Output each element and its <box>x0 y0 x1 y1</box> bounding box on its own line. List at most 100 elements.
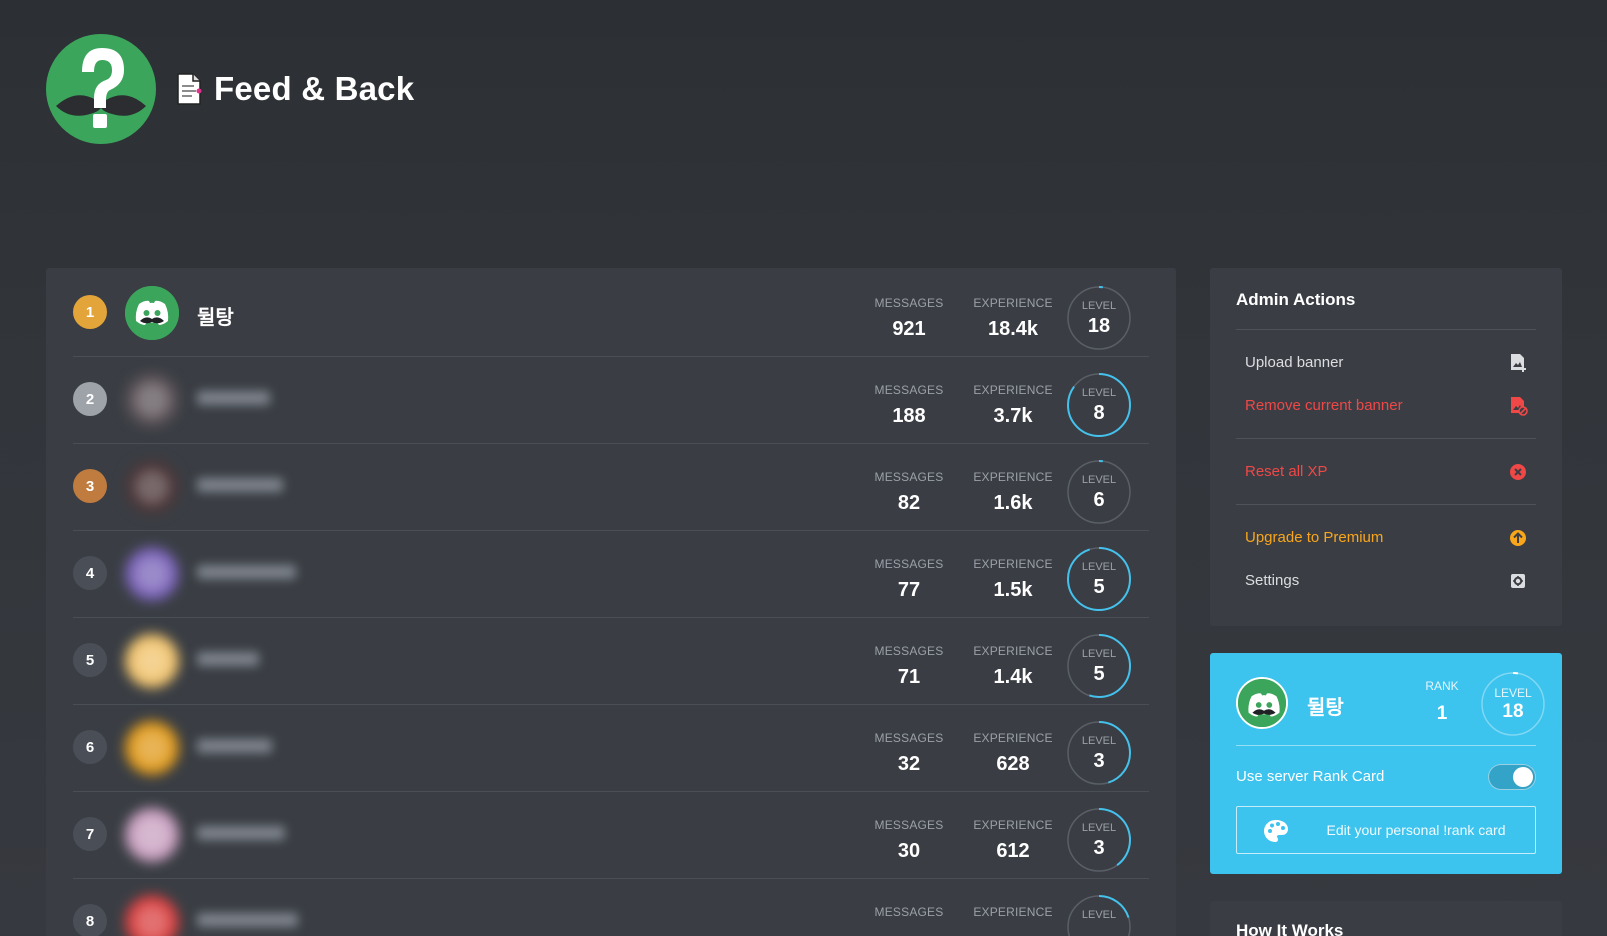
stat-value: 1.4k <box>993 666 1033 688</box>
stat-label: MESSAGES <box>874 644 944 658</box>
level-value: 3 <box>1093 750 1105 772</box>
rank-badge: 1 <box>73 295 107 329</box>
username[interactable] <box>197 649 259 672</box>
username[interactable]: 뒬탕 <box>197 301 234 330</box>
remove-banner-button[interactable]: Remove current banner <box>1236 384 1536 427</box>
level-label: LEVEL <box>1081 648 1117 660</box>
rank-card-username: 뒬탕 <box>1307 697 1344 719</box>
gear-icon <box>1511 574 1525 588</box>
stat-value: 3.7k <box>993 405 1033 427</box>
username[interactable] <box>197 475 283 498</box>
level-value: 5 <box>1093 576 1105 598</box>
username[interactable] <box>197 736 272 759</box>
stat-value: 1.6k <box>993 492 1033 514</box>
settings-label: Settings <box>1245 572 1300 589</box>
stat-label: MESSAGES <box>874 557 944 571</box>
stat-value: 82 <box>897 492 921 514</box>
settings-button[interactable]: Settings <box>1236 559 1536 602</box>
level-value: 8 <box>1093 402 1105 424</box>
level-ring: LEVEL 3 <box>1066 720 1132 786</box>
messages-stat: MESSAGES 71 <box>859 644 959 689</box>
stat-label: EXPERIENCE <box>973 644 1053 658</box>
messages-stat: MESSAGES 188 <box>859 383 959 428</box>
reset-xp-button[interactable]: Reset all XP <box>1236 450 1536 493</box>
level-ring: LEVEL 5 <box>1066 546 1132 612</box>
username[interactable] <box>197 910 298 933</box>
image-add-icon <box>1511 354 1526 372</box>
leaderboard-row[interactable]: 3 MESSAGES 82 EXPERIENCE 1.6k LEVEL 6 <box>73 442 1149 531</box>
rank-label: RANK <box>1425 679 1459 693</box>
rank-badge: 2 <box>73 382 107 416</box>
rank-badge: 8 <box>73 904 107 936</box>
level-value: 5 <box>1093 663 1105 685</box>
stat-value: 188 <box>892 405 926 427</box>
user-avatar <box>1236 677 1288 729</box>
image-remove-icon <box>1511 397 1528 416</box>
level-label: LEVEL <box>1081 561 1117 573</box>
leaderboard-row[interactable]: 5 MESSAGES 71 EXPERIENCE 1.4k LEVEL 5 <box>73 616 1149 705</box>
user-avatar[interactable] <box>125 634 179 688</box>
experience-stat: EXPERIENCE 1.5k <box>963 557 1063 602</box>
level-label: LEVEL <box>1081 387 1117 399</box>
level-ring: LEVEL 5 <box>1066 633 1132 699</box>
server-rank-card-toggle[interactable] <box>1488 764 1536 790</box>
leaderboard-row[interactable]: 6 MESSAGES 32 EXPERIENCE 628 LEVEL 3 <box>73 703 1149 792</box>
stat-value: 1.5k <box>993 579 1033 601</box>
username[interactable] <box>197 823 285 846</box>
remove-banner-label: Remove current banner <box>1245 397 1403 414</box>
level-ring: LEVEL 18 <box>1066 285 1132 351</box>
toggle-knob <box>1513 767 1533 787</box>
level-ring: LEVEL <box>1066 894 1132 936</box>
user-avatar[interactable] <box>125 547 179 601</box>
username[interactable] <box>197 388 270 411</box>
stat-label: EXPERIENCE <box>973 296 1053 310</box>
stat-label: MESSAGES <box>874 818 944 832</box>
experience-stat: EXPERIENCE 18.4k <box>963 296 1063 341</box>
stat-label: MESSAGES <box>874 905 944 919</box>
leaderboard-row[interactable]: 2 MESSAGES 188 EXPERIENCE 3.7k LEVEL 8 <box>73 355 1149 444</box>
how-it-works-panel: How It Works <box>1210 901 1562 936</box>
level-label: LEVEL <box>1494 686 1532 700</box>
level-label: LEVEL <box>1081 822 1117 834</box>
stat-value: 30 <box>897 840 921 862</box>
leaderboard-row[interactable]: 8 MESSAGES EXPERIENCE LEVEL <box>73 877 1149 936</box>
user-avatar[interactable] <box>125 721 179 775</box>
how-it-works-title: How It Works <box>1236 921 1344 936</box>
discord-mustache-icon <box>125 286 179 340</box>
user-avatar[interactable] <box>125 808 179 862</box>
user-avatar[interactable] <box>125 373 179 427</box>
user-avatar[interactable] <box>125 460 179 514</box>
messages-stat: MESSAGES 82 <box>859 470 959 515</box>
leaderboard-row[interactable]: 4 MESSAGES 77 EXPERIENCE 1.5k LEVEL 5 <box>73 529 1149 618</box>
upgrade-premium-label: Upgrade to Premium <box>1245 529 1384 546</box>
experience-stat: EXPERIENCE 1.4k <box>963 644 1063 689</box>
experience-stat: EXPERIENCE 1.6k <box>963 470 1063 515</box>
stat-label: EXPERIENCE <box>973 818 1053 832</box>
leaderboard-row[interactable]: 7 MESSAGES 30 EXPERIENCE 612 LEVEL 3 <box>73 790 1149 879</box>
edit-rank-card-button[interactable]: Edit your personal !rank card <box>1236 806 1536 854</box>
upgrade-premium-button[interactable]: Upgrade to Premium <box>1236 516 1536 559</box>
experience-stat: EXPERIENCE <box>963 905 1063 927</box>
rank-badge: 7 <box>73 817 107 851</box>
username[interactable] <box>197 562 296 585</box>
stat-label: MESSAGES <box>874 296 944 310</box>
rank-badge: 4 <box>73 556 107 590</box>
stat-value: 71 <box>897 666 921 688</box>
question-mustache-icon <box>56 48 146 128</box>
upload-banner-button[interactable]: Upload banner <box>1236 341 1536 384</box>
rank-badge: 3 <box>73 469 107 503</box>
reset-xp-label: Reset all XP <box>1245 463 1328 480</box>
stat-value: 921 <box>892 318 926 340</box>
level-ring: LEVEL 6 <box>1066 459 1132 525</box>
rank-value: 1 <box>1436 703 1448 724</box>
user-avatar[interactable] <box>125 286 179 340</box>
admin-actions-panel: Admin Actions Upload banner Remove curre… <box>1210 268 1562 626</box>
stat-value: 612 <box>996 840 1030 862</box>
rank-badge: 5 <box>73 643 107 677</box>
server-icon[interactable] <box>46 34 156 144</box>
stat-value: 77 <box>897 579 921 601</box>
discord-mustache-icon <box>1238 679 1286 727</box>
leaderboard-row[interactable]: 1 뒬탕 MESSAGES 921 EXPERIENCE 18.4k LEVEL 18 <box>73 268 1149 357</box>
level-label: LEVEL <box>1081 909 1117 921</box>
user-avatar[interactable] <box>125 895 179 936</box>
